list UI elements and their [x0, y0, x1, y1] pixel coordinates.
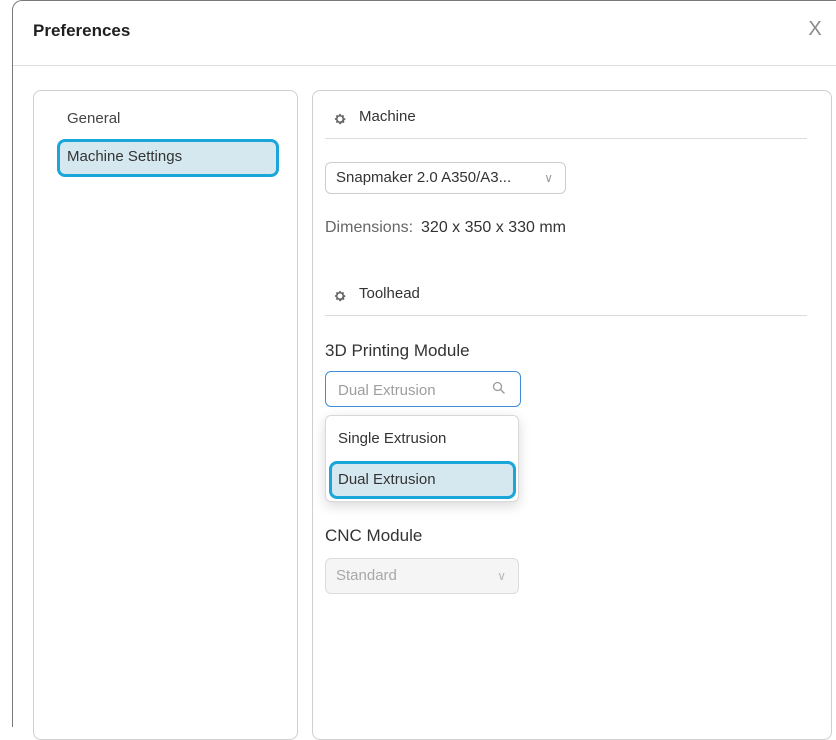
- dimensions-label: Dimensions:: [325, 219, 414, 236]
- machine-model-value: Snapmaker 2.0 A350/A3...: [336, 169, 512, 186]
- gear-icon: [334, 113, 346, 125]
- preferences-dialog: Preferences X General Machine Settings M…: [12, 0, 836, 740]
- printing-module-label: 3D Printing Module: [325, 341, 470, 360]
- chevron-down-icon: ∨: [497, 569, 506, 583]
- dimensions-value: 320 x 350 x 330 mm: [421, 219, 566, 236]
- search-icon: [492, 381, 505, 394]
- chevron-down-icon: ∨: [544, 171, 553, 185]
- cnc-module-value: Standard: [336, 567, 397, 584]
- machine-section-title: Machine: [359, 108, 416, 125]
- gear-icon: [334, 290, 346, 302]
- machine-model-select[interactable]: Snapmaker 2.0 A350/A3... ∨: [325, 162, 566, 194]
- toolhead-section-title: Toolhead: [359, 285, 420, 302]
- printing-module-search[interactable]: [325, 371, 521, 407]
- dialog-title: Preferences: [33, 21, 131, 40]
- printing-module-search-input[interactable]: [336, 378, 480, 402]
- printing-module-dropdown: Single Extrusion Dual Extrusion: [325, 415, 519, 502]
- cnc-module-select[interactable]: Standard ∨: [325, 558, 519, 594]
- close-icon: X: [808, 18, 822, 40]
- title-bar: Preferences X: [13, 1, 836, 66]
- nav-item-machine-settings[interactable]: Machine Settings: [57, 139, 279, 177]
- toolhead-section-header: Toolhead: [325, 276, 807, 316]
- option-single-extrusion[interactable]: Single Extrusion: [332, 421, 512, 457]
- machine-section-header: Machine: [325, 99, 807, 139]
- nav-item-general[interactable]: General: [55, 101, 275, 137]
- option-dual-extrusion[interactable]: Dual Extrusion: [329, 461, 516, 499]
- machine-settings-panel: Machine Snapmaker 2.0 A350/A3... ∨ Dimen…: [312, 90, 832, 740]
- cnc-module-label: CNC Module: [325, 526, 423, 545]
- settings-nav: General Machine Settings: [33, 90, 298, 740]
- machine-dimensions: Dimensions: 320 x 350 x 330 mm: [325, 219, 566, 237]
- close-button[interactable]: X: [804, 18, 826, 40]
